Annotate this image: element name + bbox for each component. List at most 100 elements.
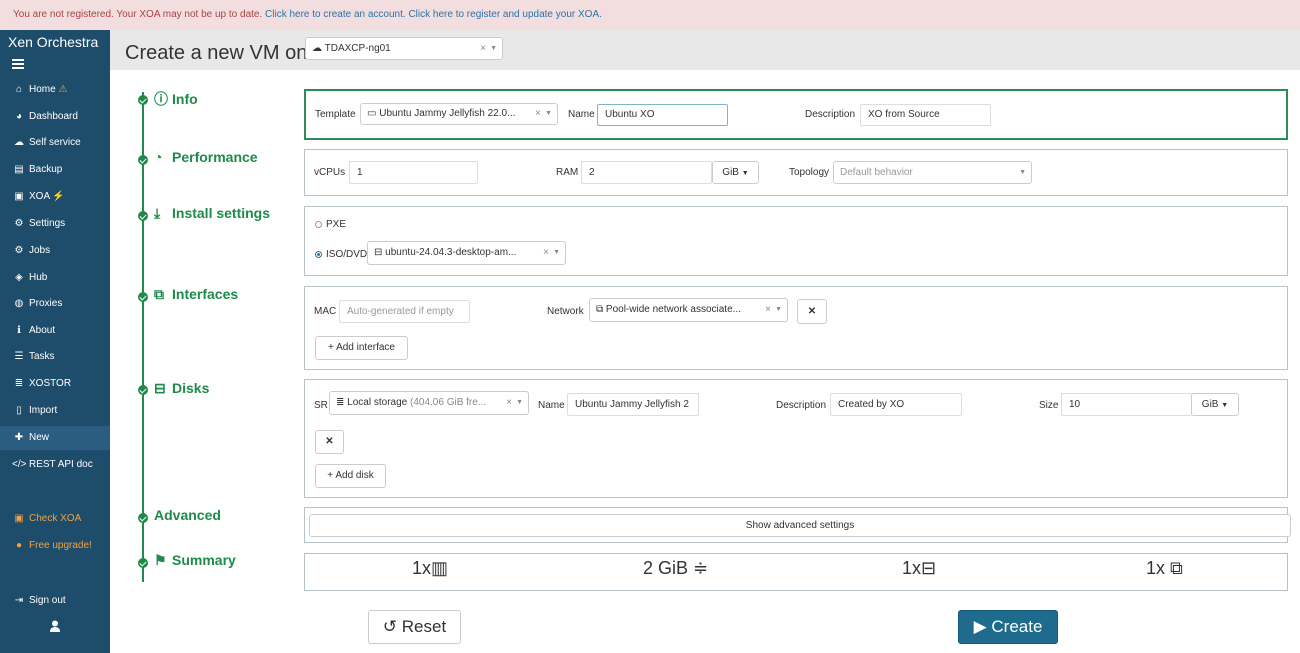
reset-button[interactable]: ↺ Reset [368,610,461,644]
chevron-down-icon: ▼ [1019,169,1026,176]
check-xoa-link[interactable]: ▣ Check XOA [0,507,110,531]
sign-out-link[interactable]: ⇥ Sign out [0,589,110,613]
cpu-icon: ▥ [431,558,449,578]
free-upgrade-link[interactable]: ● Free upgrade! [0,534,110,558]
sidebar-item-new[interactable]: ✚ New [0,426,110,450]
caret-down-icon: ▼ [1221,402,1229,409]
add-disk-button[interactable]: + Add disk [315,464,386,488]
plus-icon: ✚ [14,432,24,443]
disk-name-input[interactable]: Ubuntu Jammy Jellyfish 2 [567,393,699,416]
chevron-down-icon: ▼ [516,399,523,406]
sidebar-item-rest-api-doc[interactable]: </> REST API doc [0,453,110,477]
ram-unit-dropdown[interactable]: GiB ▼ [712,161,759,184]
sidebar-item-xoa[interactable]: ▣ XOA ⚡ [0,185,110,209]
iso-select[interactable]: ⊟ ubuntu-24.04.3-desktop-am... × ▼ [367,241,566,265]
clear-icon[interactable]: × [543,242,549,264]
topology-select[interactable]: Default behavior ▼ [833,161,1032,184]
backup-icon: ▤ [14,164,24,175]
network-icon: ⧉ [154,286,164,302]
pxe-radio[interactable]: PXE [315,219,346,230]
sidebar-item-settings[interactable]: ⚙ Settings [0,212,110,236]
vm-description-input[interactable]: XO from Source [860,104,991,126]
sidebar: Xen Orchestra ⌂ Home ⚠ ◕ Dashboard ☁ Self s… [0,30,110,653]
clear-icon[interactable]: × [480,38,486,59]
disc-icon: ⊟ [374,247,383,258]
sidebar-item-self-service[interactable]: ☁ Self service [0,131,110,155]
pool-select[interactable]: ☁ TDAXCP-ng01 × ▼ [305,37,503,60]
vcpus-label: vCPUs [314,167,346,178]
dashboard-icon: ◕ [15,111,23,122]
sr-select[interactable]: ≣ Local storage (404.06 GiB fre... × ▼ [329,391,529,415]
sidebar-item-home[interactable]: ⌂ Home ⚠ [0,78,110,102]
menu-toggle-icon[interactable] [12,59,24,71]
main-content: Create a new VM on ☁ TDAXCP-ng01 × ▼ ⓘ Inf… [110,30,1300,653]
network-label: Network [547,306,584,317]
radio-button-icon [315,220,322,228]
sliders-icon: ≑ [693,558,709,578]
title-bar: Create a new VM on ☁ TDAXCP-ng01 × ▼ [110,30,1300,70]
vm-name-input[interactable]: Ubuntu XO [597,104,728,126]
create-button[interactable]: ▶ Create [958,610,1058,644]
sidebar-item-proxies[interactable]: ◍ Proxies [0,292,110,316]
globe-icon: ◍ [14,298,24,309]
registration-banner: You are not registered. Your XOA may not… [0,0,1300,30]
cubes-icon: ◈ [15,272,23,283]
ram-label: RAM [556,167,579,178]
sidebar-item-about[interactable]: ℹ About [0,319,110,343]
mac-input[interactable]: Auto-generated if empty [339,300,470,323]
disk-name-label: Name [538,400,565,411]
info-circle-icon: ⓘ [154,91,168,107]
create-account-link[interactable]: Click here to create an account. [265,9,406,20]
remove-interface-button[interactable]: ✕ [797,299,827,324]
xoa-alert-icon: ⚡ [52,191,65,202]
caret-down-icon: ▼ [741,170,749,177]
sidebar-item-dashboard[interactable]: ◕ Dashboard [0,105,110,129]
sidebar-item-xostor[interactable]: ≣ XOSTOR [0,372,110,396]
summary-interfaces: 1x ⧉ [1146,558,1183,578]
interfaces-panel: MAC Auto-generated if empty Network ⧉ Po… [304,286,1288,370]
steps-rail [142,92,144,582]
register-link[interactable]: Click here to register and update your X… [408,9,601,20]
description-label: Description [805,109,856,120]
hdd-icon: ⊟ [154,380,166,396]
close-icon: ✕ [807,306,817,317]
clear-icon[interactable]: × [765,299,771,321]
sidebar-item-jobs[interactable]: ⚙ Jobs [0,239,110,263]
warning-icon: ⚠ [58,84,68,95]
brand-title[interactable]: Xen Orchestra [8,34,98,50]
iso-dvd-radio[interactable]: ISO/DVD [315,249,367,260]
section-title-install: ⤓ Install settings [154,205,271,221]
disk-size-unit-dropdown[interactable]: GiB ▼ [1191,393,1239,416]
topology-label: Topology [789,167,830,178]
clear-icon[interactable]: × [535,104,541,124]
user-icon[interactable] [49,620,61,632]
step-check-icon [138,292,148,302]
remove-disk-button[interactable]: ✕ [315,430,344,454]
vcpus-input[interactable]: 1 [349,161,478,184]
code-icon: </> [12,459,27,470]
sidebar-item-tasks[interactable]: ☰ Tasks [0,345,110,369]
gears-icon: ⚙ [14,245,24,256]
show-advanced-settings-button[interactable]: Show advanced settings [309,514,1291,537]
ram-input[interactable]: 2 [581,161,712,184]
gear-icon: ⚙ [14,218,24,229]
sidebar-item-import[interactable]: ▯ Import [0,399,110,423]
disk-description-input[interactable]: Created by XO [830,393,962,416]
database-icon: ≣ [14,378,24,389]
sidebar-item-hub[interactable]: ◈ Hub [0,266,110,290]
section-title-disks: ⊟ Disks [154,380,210,396]
info-icon: ℹ [17,325,21,336]
chevron-down-icon: ▼ [545,110,552,117]
tasks-icon: ☰ [14,351,24,362]
clear-icon[interactable]: × [506,392,512,414]
file-icon: ▯ [16,405,22,416]
banner-text: You are not registered. Your XOA may not… [13,9,263,20]
template-select[interactable]: ▭ Ubuntu Jammy Jellyfish 22.0... × ▼ [360,103,558,125]
sidebar-item-backup[interactable]: ▤ Backup [0,158,110,182]
cloud-icon: ☁ [312,43,322,54]
disk-size-input[interactable]: 10 [1061,393,1192,416]
add-interface-button[interactable]: + Add interface [315,336,408,360]
network-select[interactable]: ⧉ Pool-wide network associate... × ▼ [589,298,788,322]
network-icon: ⧉ [596,304,604,315]
summary-panel: 1x▥ 2 GiB ≑ 1x⊟ 1x ⧉ [304,553,1288,591]
